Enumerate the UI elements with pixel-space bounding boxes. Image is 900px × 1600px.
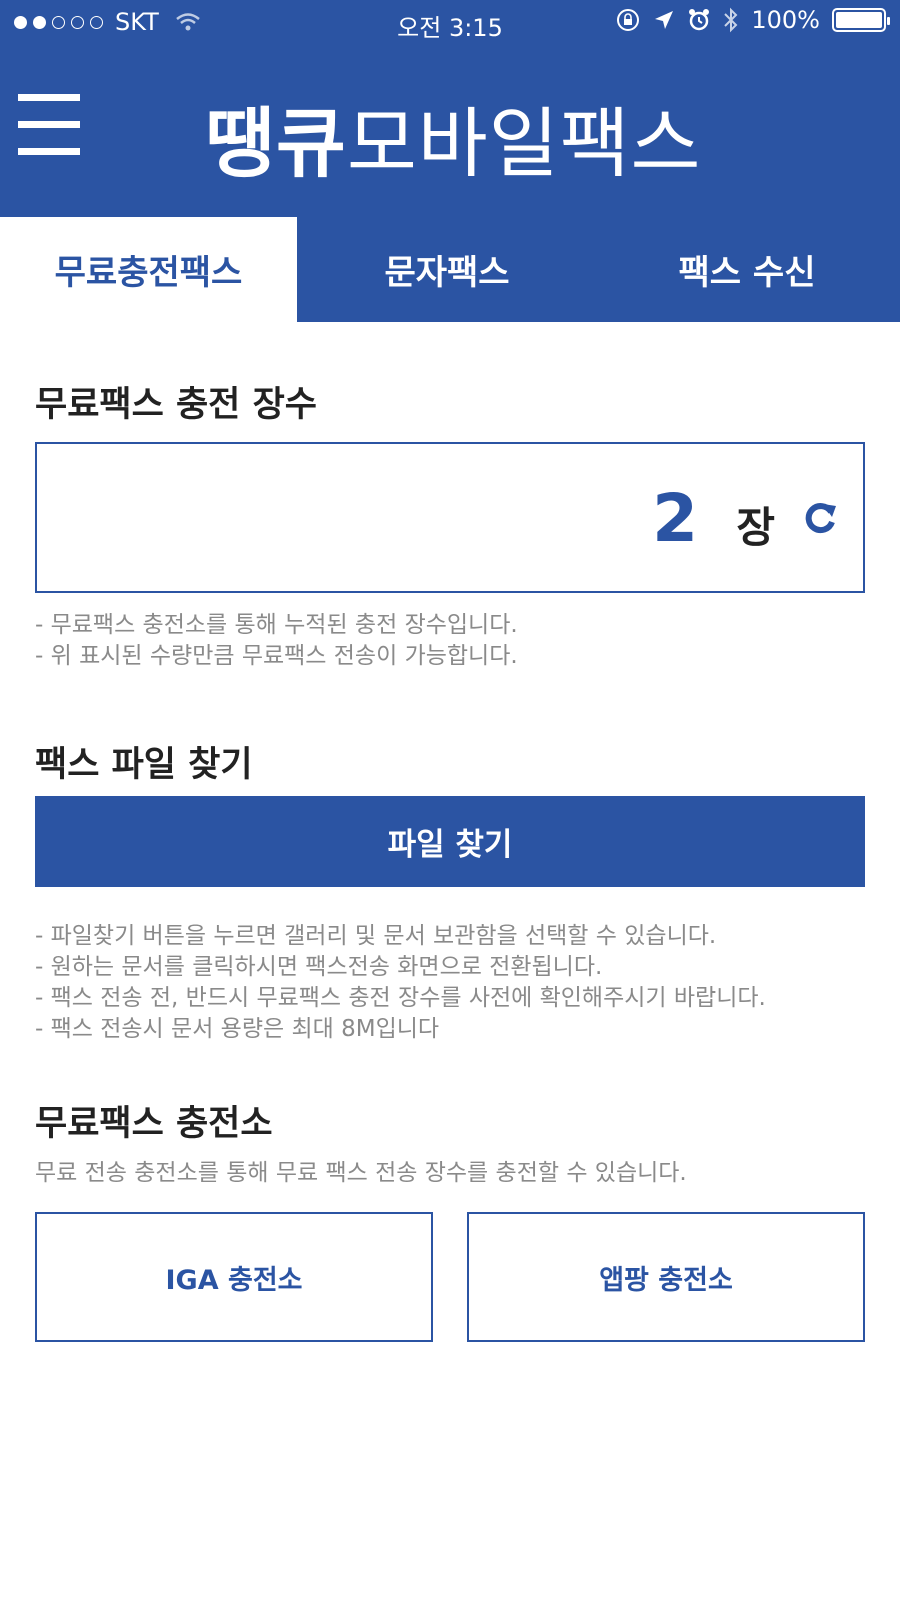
tab-text-fax[interactable]: 문자팩스 [297, 217, 597, 322]
tab-bar: 무료충전팩스 문자팩스 팩스 수신 [0, 217, 900, 322]
iga-station-button[interactable]: IGA 충전소 [35, 1212, 433, 1342]
battery-percent: 100% [751, 6, 820, 34]
station-description: 무료 전송 충전소를 통해 무료 팩스 전송 장수를 충전할 수 있습니다. [35, 1160, 687, 1186]
fax-count-value: 2 [652, 480, 698, 557]
refresh-icon[interactable] [803, 500, 839, 536]
status-indicators: 100% [615, 6, 890, 34]
tab-free-charge-fax[interactable]: 무료충전팩스 [0, 217, 297, 322]
note-line: - 위 표시된 수량만큼 무료팩스 전송이 가능합니다. [35, 643, 518, 669]
count-section-title: 무료팩스 충전 장수 [35, 385, 317, 425]
file-section-title: 팩스 파일 찾기 [35, 745, 253, 785]
appang-station-button[interactable]: 앱팡 충전소 [467, 1212, 865, 1342]
app-header: SKT 오전 3:15 100% 땡큐모바일팩스 무료충전팩스 문자팩스 팩스 … [0, 0, 900, 322]
note-line: - 파일찾기 버튼을 누르면 갤러리 및 문서 보관함을 선택할 수 있습니다. [35, 923, 717, 949]
station-section-title: 무료팩스 충전소 [35, 1104, 273, 1144]
count-notes: - 무료팩스 충전소를 통해 누적된 충전 장수입니다. - 위 표시된 수량만… [35, 610, 518, 672]
bluetooth-icon [724, 7, 738, 33]
fax-count-unit: 장 [736, 503, 775, 552]
app-title: 땡큐모바일팩스 [205, 82, 701, 192]
note-line: - 무료팩스 충전소를 통해 누적된 충전 장수입니다. [35, 612, 518, 638]
file-search-button[interactable]: 파일 찾기 [35, 796, 865, 887]
file-notes: - 파일찾기 버튼을 누르면 갤러리 및 문서 보관함을 선택할 수 있습니다.… [35, 921, 766, 1045]
rotation-lock-icon [617, 9, 640, 31]
location-arrow-icon [655, 11, 674, 29]
note-line: - 팩스 전송시 문서 용량은 최대 8M입니다 [35, 1016, 440, 1042]
app-title-brand: 땡큐 [205, 99, 347, 188]
battery-icon [832, 8, 890, 32]
status-bar: SKT 오전 3:15 100% [0, 0, 900, 46]
note-line: - 팩스 전송 전, 반드시 무료팩스 충전 장수를 사전에 확인해주시기 바랍… [35, 985, 766, 1011]
tab-fax-receive[interactable]: 팩스 수신 [597, 217, 897, 322]
app-title-product: 모바일팩스 [346, 99, 702, 188]
fax-count-display: 2 장 [35, 442, 865, 593]
note-line: - 원하는 문서를 클릭하시면 팩스전송 화면으로 전환됩니다. [35, 954, 603, 980]
hamburger-menu-icon[interactable] [18, 92, 80, 160]
alarm-clock-icon [689, 9, 710, 31]
